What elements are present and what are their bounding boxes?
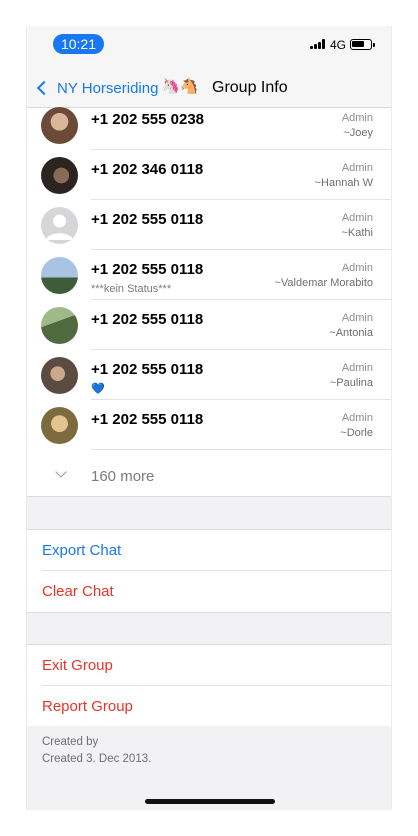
export-chat-button[interactable]: Export Chat bbox=[27, 530, 391, 571]
divider bbox=[91, 449, 391, 450]
admin-badge: Admin bbox=[341, 312, 373, 324]
member-row[interactable]: +1 202 555 0238 Admin ~Joey bbox=[27, 100, 391, 150]
chevron-left-icon bbox=[36, 80, 52, 96]
battery-icon bbox=[350, 39, 375, 50]
member-row[interactable]: +1 202 555 0118 ***kein Status*** Admin … bbox=[27, 250, 391, 300]
member-row[interactable]: +1 202 555 0118 Admin ~Dorle bbox=[27, 400, 391, 450]
admin-badge: Admin bbox=[341, 412, 373, 424]
member-row[interactable]: +1 202 555 0118 Admin ~Kathi bbox=[27, 200, 391, 250]
member-status: ***kein Status*** bbox=[91, 283, 172, 295]
created-by-text: Created by bbox=[42, 736, 99, 748]
more-label: 160 more bbox=[91, 468, 155, 485]
member-phone: +1 202 555 0238 bbox=[91, 111, 205, 128]
page-title: Group Info bbox=[212, 79, 288, 96]
avatar bbox=[41, 157, 78, 194]
status-time[interactable]: 10:21 bbox=[53, 34, 104, 54]
member-phone: +1 202 555 0118 bbox=[91, 311, 204, 328]
section-spacer bbox=[27, 496, 391, 530]
export-chat-label: Export Chat bbox=[42, 542, 122, 559]
member-phone: +1 202 555 0118 bbox=[91, 211, 204, 228]
avatar bbox=[41, 307, 78, 344]
member-nickname: ~Hannah W bbox=[314, 177, 373, 189]
back-label: NY Horseriding bbox=[57, 79, 159, 97]
exit-group-button[interactable]: Exit Group bbox=[27, 645, 391, 686]
back-button[interactable]: NY Horseriding bbox=[35, 76, 158, 100]
member-nickname: ~Kathi bbox=[341, 227, 374, 239]
admin-badge: Admin bbox=[341, 162, 373, 174]
member-phone: +1 202 555 0118 bbox=[91, 411, 204, 428]
clear-chat-label: Clear Chat bbox=[42, 583, 114, 600]
member-phone: +1 202 555 0118 bbox=[91, 261, 204, 278]
member-phone: +1 202 555 0118 bbox=[91, 361, 204, 378]
avatar bbox=[41, 257, 78, 294]
member-row[interactable]: +1 202 346 0118 Admin ~Hannah W bbox=[27, 150, 391, 200]
report-group-label: Report Group bbox=[42, 698, 133, 715]
network-type: 4G bbox=[330, 38, 347, 52]
admin-badge: Admin bbox=[341, 362, 373, 374]
member-phone: +1 202 346 0118 bbox=[91, 161, 204, 178]
group-footer: Created by Created 3. Dec 2013. bbox=[27, 726, 391, 810]
clear-chat-button[interactable]: Clear Chat bbox=[27, 571, 391, 612]
default-avatar-icon bbox=[41, 207, 78, 244]
avatar bbox=[41, 407, 78, 444]
exit-group-label: Exit Group bbox=[42, 657, 113, 674]
member-nickname: ~Dorle bbox=[340, 427, 373, 439]
admin-badge: Admin bbox=[341, 112, 373, 124]
group-emojis: 🦄🐴 bbox=[161, 78, 199, 95]
cellular-signal-icon bbox=[310, 39, 326, 49]
created-date-text: Created 3. Dec 2013. bbox=[42, 753, 152, 765]
member-row[interactable]: +1 202 555 0118 💙 Admin ~Paulina bbox=[27, 350, 391, 400]
status-bar: 10:21 4G bbox=[27, 26, 391, 70]
report-group-button[interactable]: Report Group bbox=[27, 686, 391, 727]
chevron-down-icon bbox=[55, 466, 67, 478]
avatar bbox=[41, 107, 78, 144]
admin-badge: Admin bbox=[341, 212, 373, 224]
member-status: 💙 bbox=[91, 383, 105, 395]
home-indicator[interactable] bbox=[145, 799, 275, 804]
show-more-members-button[interactable]: 160 more bbox=[27, 456, 391, 496]
phone-screen: 10:21 4G NY Horseriding 🦄🐴 Group Info +1… bbox=[26, 26, 392, 810]
member-nickname: ~Paulina bbox=[329, 377, 373, 389]
member-nickname: ~Valdemar Morabito bbox=[274, 277, 373, 289]
section-spacer bbox=[27, 612, 391, 645]
member-nickname: ~Antonia bbox=[329, 327, 373, 339]
member-nickname: ~Joey bbox=[343, 127, 373, 139]
avatar bbox=[41, 357, 78, 394]
member-row[interactable]: +1 202 555 0118 Admin ~Antonia bbox=[27, 300, 391, 350]
admin-badge: Admin bbox=[341, 262, 373, 274]
